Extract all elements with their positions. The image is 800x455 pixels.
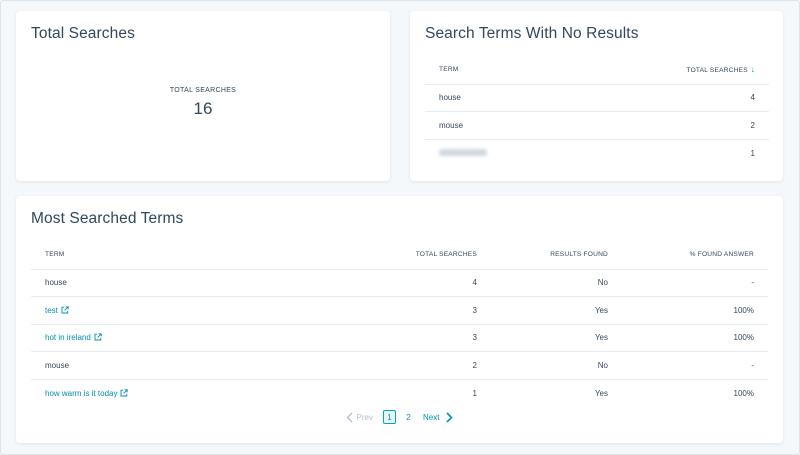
column-header-total-searches[interactable]: TOTAL SEARCHES ↓ [577, 56, 769, 84]
results-found-cell: Yes [491, 323, 622, 352]
total-cell: 1 [576, 138, 769, 167]
card-title: Total Searches [31, 25, 135, 42]
found-answer-cell: - [622, 268, 768, 297]
column-header-results-found[interactable]: RESULTS FOUND [491, 241, 622, 269]
term-text: house [45, 278, 67, 288]
total-cell: 3 [331, 296, 491, 324]
column-header-found-answer[interactable]: % FOUND ANSWER [622, 241, 768, 269]
page-1-button[interactable]: 1 [383, 410, 396, 424]
table-row: house 4 No - [31, 268, 768, 297]
term-cell: mouse [31, 351, 331, 379]
total-searches-card: Total Searches TOTAL SEARCHES 16 [16, 11, 390, 181]
table-row: mouse 2 [425, 111, 769, 139]
term-text: mouse [45, 360, 70, 370]
chevron-right-icon [446, 411, 454, 423]
term-cell-redacted [425, 138, 577, 167]
pagination: Prev 1 2 Next [16, 409, 783, 425]
external-link-icon[interactable] [61, 306, 69, 314]
results-found-cell: Yes [491, 296, 622, 324]
external-link-icon[interactable] [120, 388, 129, 397]
next-button[interactable]: Next [423, 411, 454, 423]
metric-value: 16 [193, 99, 213, 118]
column-header-term[interactable]: TERM [425, 56, 577, 84]
found-answer-cell: 100% [622, 323, 768, 352]
term-cell: house [425, 83, 577, 112]
table-row: house 4 [425, 83, 769, 112]
term-cell[interactable]: how warm is it today [31, 378, 331, 407]
term-link[interactable]: how warm is it today [45, 389, 117, 398]
table-row: mouse 2 No - [31, 351, 768, 379]
term-cell[interactable]: test [31, 296, 331, 324]
prev-button[interactable]: Prev [346, 412, 373, 423]
total-cell: 4 [576, 83, 769, 112]
table-row: 1 [425, 138, 769, 167]
table-row: hot in ireland 3 Yes 100% [31, 323, 768, 352]
table-header-row: TERM TOTAL SEARCHES ↓ [425, 56, 769, 84]
total-cell: 4 [331, 268, 491, 297]
term-link[interactable]: test [45, 306, 58, 315]
results-found-cell: No [491, 351, 622, 379]
no-results-table: TERM TOTAL SEARCHES ↓ house 4 mouse 2 1 [425, 56, 769, 167]
column-header-term[interactable]: TERM [31, 241, 331, 269]
table-row: test 3 Yes 100% [31, 296, 768, 324]
no-results-card: Search Terms With No Results TERM TOTAL … [410, 11, 783, 181]
term-link[interactable]: hot in ireland [45, 333, 91, 342]
arrow-down-icon: ↓ [750, 65, 755, 75]
external-link-icon[interactable] [94, 333, 102, 341]
chevron-left-icon [346, 412, 353, 422]
total-cell: 1 [331, 378, 491, 407]
card-title: Search Terms With No Results [425, 25, 639, 42]
column-header-total-searches[interactable]: TOTAL SEARCHES [331, 241, 491, 269]
total-cell: 2 [576, 111, 769, 139]
total-cell: 3 [331, 323, 491, 352]
term-cell: house [31, 268, 331, 297]
term-cell[interactable]: hot in ireland [31, 323, 331, 352]
results-found-cell: No [491, 268, 622, 297]
results-found-cell: Yes [491, 378, 622, 407]
found-answer-cell: 100% [622, 296, 768, 324]
redacted-text [439, 148, 487, 156]
found-answer-cell: 100% [622, 378, 768, 407]
most-searched-card: Most Searched Terms TERM TOTAL SEARCHES … [16, 196, 783, 443]
card-title: Most Searched Terms [31, 210, 184, 227]
most-searched-table: TERM TOTAL SEARCHES RESULTS FOUND % FOUN… [31, 241, 768, 407]
table-row: how warm is it today 1 Yes 100% [31, 378, 768, 407]
total-cell: 2 [331, 351, 491, 379]
table-header-row: TERM TOTAL SEARCHES RESULTS FOUND % FOUN… [31, 241, 768, 269]
term-cell: mouse [425, 111, 577, 139]
page-2-button[interactable]: 2 [402, 410, 415, 424]
metric-label: TOTAL SEARCHES [169, 87, 237, 94]
found-answer-cell: - [622, 351, 768, 379]
